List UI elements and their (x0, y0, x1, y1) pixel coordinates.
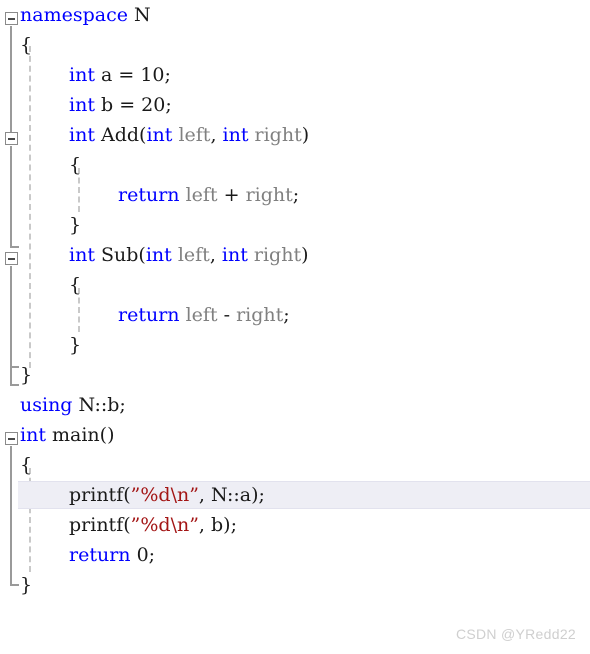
code-line[interactable]: } (0, 360, 590, 390)
code-token-plain: + (217, 184, 246, 206)
code-line-text: return left - right; (118, 300, 290, 330)
code-token-kw: int (69, 94, 95, 116)
code-token-kw: return (118, 304, 180, 326)
code-line[interactable]: } (0, 210, 590, 240)
code-token-plain: - (217, 304, 237, 326)
fold-toggle-function-Add-icon[interactable] (5, 132, 18, 145)
code-line-text: } (69, 210, 81, 240)
code-line-text: return 0; (69, 540, 155, 570)
code-token-kw: return (69, 544, 131, 566)
code-token-kw: return (118, 184, 180, 206)
code-line[interactable]: return left - right; (0, 300, 590, 330)
code-token-plain: printf( (69, 484, 131, 506)
code-token-plain: { (20, 454, 33, 476)
fold-toggle-function-main-icon[interactable] (5, 432, 18, 445)
code-line-text: { (69, 150, 81, 180)
code-line[interactable]: return 0; (0, 540, 590, 570)
code-token-kw: int (69, 64, 95, 86)
code-token-plain: , (210, 124, 223, 146)
code-token-plain: , (209, 244, 222, 266)
code-line-text: { (69, 270, 81, 300)
code-line[interactable]: { (0, 150, 590, 180)
code-token-plain: { (69, 154, 82, 176)
code-line-text: namespace N (20, 0, 151, 30)
code-token-kw: using (20, 394, 73, 416)
code-token-plain: ) (301, 244, 309, 266)
code-token-kw: int (146, 124, 173, 146)
code-token-plain: ; (292, 184, 300, 206)
code-line-text: int main() (20, 420, 114, 450)
code-line[interactable]: } (0, 330, 590, 360)
code-token-plain: printf( (69, 514, 131, 536)
code-token-id: left (179, 304, 218, 326)
code-line-text: using N::b; (20, 390, 126, 420)
code-token-plain: { (20, 34, 33, 56)
code-token-plain: } (20, 364, 33, 386)
code-line-text: int b = 20; (69, 90, 172, 120)
code-token-plain: , N::a); (198, 484, 265, 506)
code-token-plain: ; (283, 304, 290, 326)
code-line[interactable]: printf(”%d\n”, N::a); (0, 480, 590, 510)
code-token-plain: Sub( (94, 244, 146, 266)
code-line[interactable]: return left + right; (0, 180, 590, 210)
code-line[interactable]: namespace N (0, 0, 590, 30)
code-token-kw: int (20, 424, 46, 446)
code-token-plain: Add( (94, 124, 147, 146)
code-token-plain: ) (301, 124, 310, 146)
code-line[interactable]: } (0, 570, 590, 600)
code-token-plain: b = 20; (94, 94, 172, 116)
code-line-text: int a = 10; (69, 60, 171, 90)
fold-toggle-function-Sub-icon[interactable] (5, 252, 18, 265)
code-token-str: ”%d\n” (130, 484, 199, 506)
code-line[interactable]: { (0, 270, 590, 300)
code-line-text: int Sub(int left, int right) (69, 240, 309, 270)
code-token-plain: } (69, 334, 82, 356)
code-line[interactable]: using N::b; (0, 390, 590, 420)
code-line-text: } (20, 570, 32, 600)
code-line[interactable]: int a = 10; (0, 60, 590, 90)
code-line-text: } (20, 360, 32, 390)
code-token-kw: int (221, 244, 248, 266)
code-line-text: printf(”%d\n”, b); (69, 510, 237, 540)
fold-toggle-namespace-N-icon[interactable] (5, 12, 18, 25)
code-line-text: { (20, 30, 32, 60)
code-line[interactable]: int Sub(int left, int right) (0, 240, 590, 270)
code-token-id: right (236, 304, 284, 326)
code-token-plain: } (69, 214, 82, 236)
code-line[interactable]: int main() (0, 420, 590, 450)
code-token-id: right (245, 184, 293, 206)
code-token-plain: main() (45, 424, 115, 446)
code-line[interactable]: { (0, 30, 590, 60)
code-token-kw: int (145, 244, 172, 266)
code-token-kw: int (69, 244, 95, 266)
code-line[interactable]: { (0, 450, 590, 480)
watermark-label: CSDN @YRedd22 (455, 626, 576, 642)
code-token-id: right (247, 244, 302, 266)
code-token-plain: { (69, 274, 82, 296)
code-token-id: left (179, 184, 218, 206)
code-token-kw: namespace (20, 4, 128, 26)
code-line[interactable]: int Add(int left, int right) (0, 120, 590, 150)
code-token-plain: 0; (130, 544, 156, 566)
code-token-plain: N::b; (72, 394, 126, 416)
code-line-text: printf(”%d\n”, N::a); (69, 480, 265, 510)
code-line-text: { (20, 450, 32, 480)
code-line-text: int Add(int left, int right) (69, 120, 309, 150)
code-token-plain: , b); (198, 514, 237, 536)
code-token-id: left (172, 124, 211, 146)
code-line[interactable]: printf(”%d\n”, b); (0, 510, 590, 540)
code-token-plain: a = 10; (94, 64, 171, 86)
code-token-plain: } (20, 574, 33, 596)
code-token-id: left (171, 244, 210, 266)
code-token-kw: int (69, 124, 95, 146)
code-editor[interactable]: namespace N{int a = 10; int b = 20; int Ad… (0, 0, 590, 654)
code-line-text: return left + right; (118, 180, 299, 210)
code-token-id: right (248, 124, 302, 146)
code-line[interactable]: int b = 20; (0, 90, 590, 120)
code-token-plain: N (127, 4, 151, 26)
code-line-text: } (69, 330, 81, 360)
code-token-str: ”%d\n” (130, 514, 199, 536)
code-token-kw: int (222, 124, 249, 146)
